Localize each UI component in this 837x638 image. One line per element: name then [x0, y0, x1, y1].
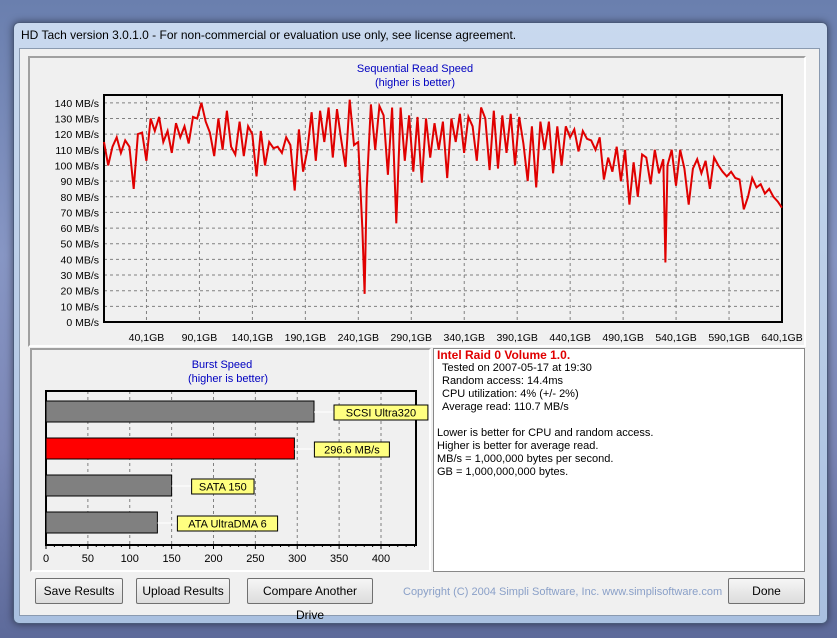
burst-bar [45, 511, 158, 534]
drive-name: Intel Raid 0 Volume 1.0. [437, 348, 571, 362]
x-tick-label: 150 [162, 553, 180, 565]
compare-another-drive-button[interactable]: Compare Another Drive [247, 578, 373, 622]
save-results-button[interactable]: Save Results [35, 578, 123, 604]
bar-label: SATA 150 [199, 482, 247, 494]
chart-subtitle: (higher is better) [188, 373, 268, 385]
bar-label: SCSI Ultra320 [346, 408, 416, 420]
x-tick-label: 350 [330, 553, 348, 565]
x-tick-label: 200 [204, 553, 222, 565]
average-read: Average read: 110.7 MB/s [442, 401, 569, 413]
burst-bar [45, 437, 295, 460]
x-tick-label: 250 [246, 553, 264, 565]
upload-results-button[interactable]: Upload Results [136, 578, 230, 604]
bar-label: ATA UltraDMA 6 [188, 519, 266, 531]
tested-date: Tested on 2007-05-17 at 19:30 [442, 362, 592, 374]
results-info: Intel Raid 0 Volume 1.0. Tested on 2007-… [433, 348, 805, 572]
chart-title: Burst Speed [192, 359, 253, 371]
cpu-utilization: CPU utilization: 4% (+/- 2%) [442, 388, 579, 400]
x-tick-label: 100 [121, 553, 139, 565]
burst-bar [45, 474, 173, 497]
x-tick-label: 50 [82, 553, 94, 565]
note: GB = 1,000,000,000 bytes. [437, 466, 569, 478]
random-access: Random access: 14.4ms [442, 375, 564, 387]
x-tick-label: 0 [43, 553, 49, 565]
x-tick-label: 400 [372, 553, 390, 565]
copyright-link[interactable]: Copyright (C) 2004 Simpli Software, Inc.… [403, 586, 722, 598]
burst-bar [45, 400, 315, 423]
x-tick-label: 300 [288, 553, 306, 565]
note: Higher is better for average read. [437, 440, 599, 452]
bar-label: 296.6 MB/s [324, 445, 380, 457]
note: Lower is better for CPU and random acces… [437, 427, 654, 439]
done-button[interactable]: Done [728, 578, 805, 604]
note: MB/s = 1,000,000 bytes per second. [437, 453, 614, 465]
